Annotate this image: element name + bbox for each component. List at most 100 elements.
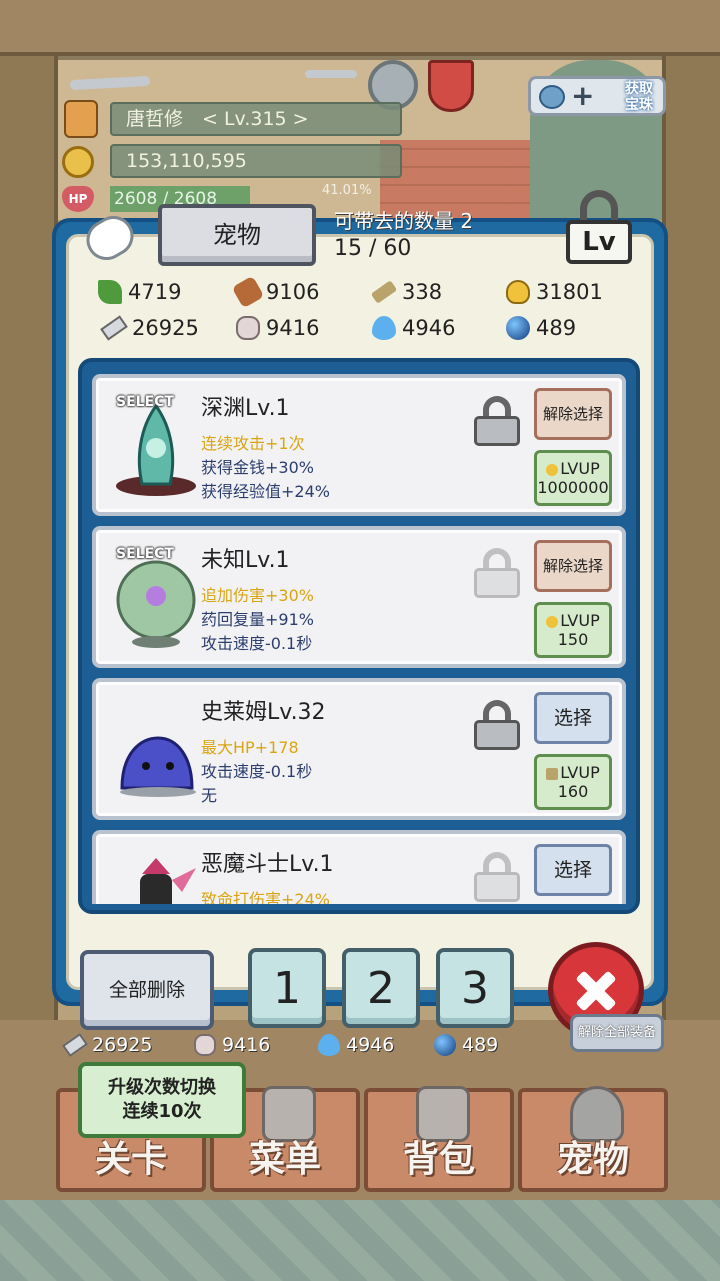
below-resource-flame: 4946 [318, 1034, 394, 1056]
nav-pets-button[interactable]: 宠物 [518, 1086, 668, 1192]
level-lock-button[interactable]: Lv [566, 190, 632, 264]
player-gold: 153,110,595 [110, 144, 402, 178]
lock-icon[interactable] [474, 396, 520, 446]
lock-icon[interactable] [474, 700, 520, 750]
stone-icon [236, 316, 260, 340]
resource-value: 9416 [266, 316, 320, 340]
pet-stat: 连续攻击+1次 [201, 434, 305, 453]
resource-plank: 338 [370, 280, 443, 304]
below-resource-orb: 489 [434, 1034, 498, 1056]
resource-flame: 4946 [372, 316, 455, 340]
player-name-level: 唐哲修 < Lv.315 > [110, 102, 402, 136]
stone-icon [194, 1034, 216, 1056]
preset-slot-1-button[interactable]: 1 [248, 948, 326, 1028]
player-avatar [64, 100, 98, 138]
resource-value: 9106 [266, 280, 320, 304]
resource-value: 9416 [222, 1034, 271, 1056]
lvup-cost: 150 [557, 630, 589, 649]
resource-value: 4946 [402, 316, 456, 340]
deselect-button[interactable]: 解除选择 [534, 388, 612, 440]
delete-all-button[interactable]: 全部删除 [80, 950, 214, 1030]
preset-slot-2-button[interactable]: 2 [342, 948, 420, 1028]
pet-name: 史莱姆Lv.32 [201, 700, 326, 725]
nav-label: 宠物 [556, 1139, 629, 1180]
upgrade-count-toggle-button[interactable]: 升级次数切换 连续10次 [78, 1062, 246, 1138]
resource-value: 489 [536, 316, 577, 340]
iron-bar-icon [100, 315, 128, 341]
pet-slime-icon [112, 702, 200, 802]
wood-log-icon [231, 275, 265, 309]
preset-slot-3-button[interactable]: 3 [436, 948, 514, 1028]
right-pillar [662, 56, 720, 1020]
lvup-button[interactable]: LVUP 150 [534, 602, 612, 658]
selected-tag: SELECT [116, 394, 174, 410]
resource-value: 26925 [132, 316, 199, 340]
selected-tag: SELECT [116, 546, 174, 562]
pet-name: 深渊Lv.1 [201, 396, 290, 421]
lock-icon: Lv [566, 220, 632, 264]
upgrade-toggle-line2: 连续10次 [122, 1101, 202, 1122]
dark-orb-icon [506, 316, 530, 340]
deselect-button[interactable]: 解除选择 [534, 540, 612, 592]
resource-value: 4719 [128, 280, 182, 304]
below-resource-stone: 9416 [194, 1034, 270, 1056]
resource-stone: 9416 [236, 316, 319, 340]
resource-iron: 26925 [100, 315, 199, 341]
coin-icon [62, 146, 94, 178]
top-beam [0, 0, 720, 56]
left-pillar [0, 56, 58, 1020]
nav-label: 背包 [402, 1139, 475, 1180]
dialog-title: 宠物 [158, 204, 316, 266]
pet-stat: 攻击速度-0.1秒 [201, 762, 313, 781]
carry-count: 15 / 60 [334, 236, 412, 261]
pet-stat: 追加伤害+30% [201, 586, 314, 605]
select-button[interactable]: 选择 [534, 692, 612, 744]
pet-unknown-icon [112, 550, 200, 650]
lvup-cost: 1000000 [537, 478, 609, 497]
get-gems-button[interactable]: + 获取 宝珠 [528, 76, 666, 116]
unlock-icon[interactable] [474, 852, 520, 902]
unequip-all-button[interactable]: 解除全部装备 [570, 1014, 664, 1052]
iron-bar-icon [61, 1032, 89, 1058]
potion-icon [546, 615, 559, 628]
resource-value: 338 [402, 280, 443, 304]
pet-list[interactable]: SELECT 深渊Lv.1 连续攻击+1次 获得金钱+30% 获得经验值+24%… [78, 358, 640, 914]
pet-list-scroll[interactable]: SELECT 深渊Lv.1 连续攻击+1次 获得金钱+30% 获得经验值+24%… [88, 368, 630, 904]
lvup-button[interactable]: LVUP 1000000 [534, 450, 612, 506]
pet-card[interactable]: 恶魔斗士Lv.1 致命打伤害+24% 选择 [92, 830, 626, 904]
resource-value: 4946 [346, 1034, 395, 1056]
unlock-icon[interactable] [474, 548, 520, 598]
pet-card[interactable]: SELECT 未知Lv.1 追加伤害+30% 药回复量+91% 攻击速度-0.1… [92, 526, 626, 668]
upgrade-toggle-line1: 升级次数切换 [108, 1077, 216, 1098]
plank-icon [370, 280, 398, 304]
pet-card[interactable]: SELECT 深渊Lv.1 连续攻击+1次 获得金钱+30% 获得经验值+24%… [92, 374, 626, 516]
below-resource-iron: 26925 [61, 1032, 152, 1058]
floor-tiles [0, 1200, 720, 1281]
pet-name: 恶魔斗士Lv.1 [201, 852, 334, 877]
potion-icon [546, 463, 559, 476]
resource-value: 31801 [536, 280, 603, 304]
lvup-label: LVUP [560, 459, 600, 478]
resource-wood: 9106 [231, 275, 320, 309]
lvup-cost: 160 [557, 782, 589, 801]
potion-icon [506, 280, 530, 304]
pet-abyss-icon [112, 398, 200, 498]
nav-bag-button[interactable]: 背包 [364, 1086, 514, 1192]
herb-icon [98, 280, 122, 304]
pet-stat: 无 [201, 786, 218, 805]
pet-demon-fighter-icon [112, 854, 200, 904]
lvup-label: LVUP [560, 611, 600, 630]
pet-stat: 致命打伤害+24% [201, 890, 330, 904]
select-button[interactable]: 选择 [534, 844, 612, 896]
blue-flame-icon [372, 316, 396, 340]
pet-card[interactable]: 史莱姆Lv.32 最大HP+178 攻击速度-0.1秒 无 选择 LVUP 16… [92, 678, 626, 820]
resource-herb: 4719 [98, 280, 181, 304]
exp-percent: 41.01% [322, 183, 372, 198]
lvup-button[interactable]: LVUP 160 [534, 754, 612, 810]
pet-stat: 获得经验值+24% [201, 482, 330, 501]
resource-potion: 31801 [506, 280, 603, 304]
plank-icon [546, 767, 559, 780]
pet-stat: 最大HP+178 [201, 738, 299, 757]
pet-stat: 获得金钱+30% [201, 458, 314, 477]
pet-name: 未知Lv.1 [201, 548, 290, 573]
